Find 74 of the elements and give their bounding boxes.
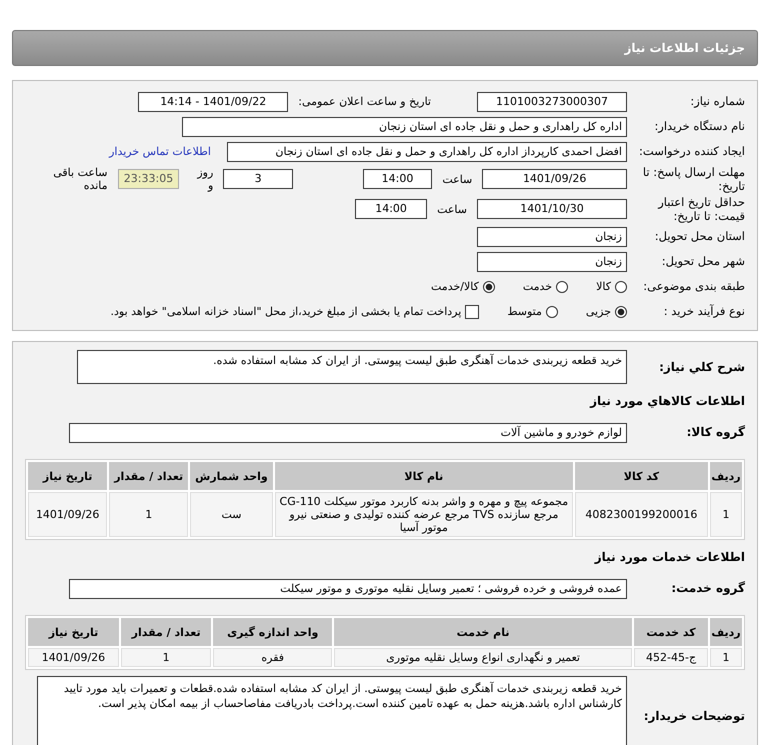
field-label: توضیحات خریدار:: [642, 708, 745, 724]
table-cell: ست: [190, 492, 273, 537]
option-label: پرداخت تمام یا بخشی از مبلغ خرید،از محل "اسناد خزانه اسلامی" خواهد بود.: [110, 305, 462, 318]
field-label: گروه خدمت:: [670, 581, 745, 596]
table-cell: 4082300199200016: [574, 492, 708, 537]
field-label: استان محل تحویل:: [654, 229, 745, 244]
checkbox[interactable]: [465, 304, 480, 318]
radio-button[interactable]: [615, 280, 627, 292]
radio-button[interactable]: [556, 280, 568, 292]
column-header: کد خدمت: [634, 618, 708, 646]
countdown-timer: 23:33:05: [118, 169, 180, 189]
table-cell: 1: [710, 648, 742, 667]
field-label: نوع فرآیند خرید :: [662, 304, 745, 319]
table-cell: 1: [109, 492, 188, 537]
table-cell: فقره: [213, 648, 332, 667]
field-value: 1101003273000307: [477, 92, 627, 112]
field-label: طبقه بندی موضوعی:: [642, 279, 745, 294]
column-header: واحد شمارش: [190, 462, 273, 490]
field-value: اداره کل راهداری و حمل و نقل جاده ای استان زنجان: [182, 116, 627, 136]
radio-button[interactable]: [615, 306, 627, 318]
field-value: 14:00: [355, 199, 428, 219]
radio-button[interactable]: [482, 280, 495, 292]
field-label: حداقل تاریخ اعتبار قیمت: تا تاریخ:: [656, 194, 745, 224]
field-value: 3: [223, 169, 293, 189]
field-label: شهر محل تحویل:: [660, 254, 745, 269]
field-label: ساعت باقی مانده: [52, 166, 108, 192]
section-title: اطلاعات خدمات مورد نیاز: [593, 550, 745, 564]
field-label: مهلت ارسال پاسخ: تا تاریخ:: [642, 164, 745, 194]
section-title: اطلاعات کالاهاي مورد نياز: [588, 394, 745, 408]
field-value: لوازم خودرو و ماشین آلات: [69, 422, 627, 442]
radio-button[interactable]: [546, 306, 558, 318]
field-label: ایجاد کننده درخواست:: [638, 144, 745, 159]
column-header: واحد اندازه گیری: [213, 618, 332, 646]
contact-link[interactable]: اطلاعات تماس خریدار: [109, 145, 211, 158]
field-label: ساعت: [442, 172, 472, 186]
table-cell: 1401/09/26: [28, 492, 108, 537]
table-cell: 1: [710, 492, 742, 537]
option-label: کالا: [596, 280, 611, 293]
option-label: کالا/خدمت: [431, 280, 479, 293]
column-header: تاریخ نیاز: [28, 618, 119, 646]
field-label: تاریخ و ساعت اعلان عمومی:: [298, 95, 431, 108]
field-value: 1401/09/22 - 14:14: [138, 92, 288, 112]
field-value: زنجان: [477, 252, 627, 272]
column-header: ردیف: [710, 462, 742, 490]
field-label: گروه کالا:: [686, 425, 745, 440]
page-title: جزئیات اطلاعات نیاز: [624, 41, 745, 55]
table-cell: تعمیر و نگهداری انواع وسایل نقلیه موتوری: [334, 648, 632, 667]
column-header: تعداد / مقدار: [109, 462, 188, 490]
column-header: کد کالا: [574, 462, 708, 490]
option-label: متوسط: [507, 305, 542, 318]
option-label: جزیی: [586, 305, 611, 318]
column-header: ردیف: [710, 618, 742, 646]
column-header: تعداد / مقدار: [120, 618, 212, 646]
field-label: شرح کلي نياز:: [658, 360, 745, 374]
field-value: 1401/09/26: [482, 169, 627, 189]
field-value: افضل احمدی کارپرداز اداره کل راهداری و حمل و نقل جاده ای استان زنجان: [227, 142, 627, 162]
field-label: شماره نیاز:: [689, 94, 745, 109]
table-cell: مجموعه پیچ و مهره و واشر بدنه کاربرد موتور سیکلت CG-110 مرجع سازنده TVS مرجع عرضه کننده تولیدی و صنعتی نیرو موتور آسیا: [274, 492, 573, 537]
notes-box: خرید قطعه زیربندی خدمات آهنگری طبق لیست پیوستی. از ایران کد مشابه استفاده شده.قطعات و تعمیرات باید مورد تایید کارشناس اداره باشد.هزینه حمل به عهده تامین کننده است.پرداخت بادریافت مفاصاحساب از بیمه امکان پذیر است.: [37, 676, 627, 745]
column-header: تاریخ نیاز: [28, 462, 108, 490]
table-cell: 1401/09/26: [28, 648, 119, 667]
field-value: زنجان: [477, 226, 627, 246]
column-header: نام کالا: [274, 462, 573, 490]
table-cell: 1: [120, 648, 212, 667]
field-value: 1401/10/30: [477, 199, 627, 219]
option-label: خدمت: [522, 280, 552, 293]
field-value: عمده فروشی و خرده فروشی ؛ تعمیر وسایل نقلیه موتوری و موتور سیکلت: [69, 578, 627, 598]
summary-box: خرید قطعه زیربندی خدمات آهنگری طبق لیست پیوستی. از ایران کد مشابه استفاده شده.: [77, 350, 627, 384]
field-label: ساعت: [437, 202, 467, 216]
field-label: روز و: [196, 166, 214, 192]
field-value: 14:00: [362, 169, 432, 189]
column-header: نام خدمت: [334, 618, 632, 646]
field-label: نام دستگاه خریدار:: [653, 119, 745, 134]
table-cell: ج-45-452: [634, 648, 708, 667]
